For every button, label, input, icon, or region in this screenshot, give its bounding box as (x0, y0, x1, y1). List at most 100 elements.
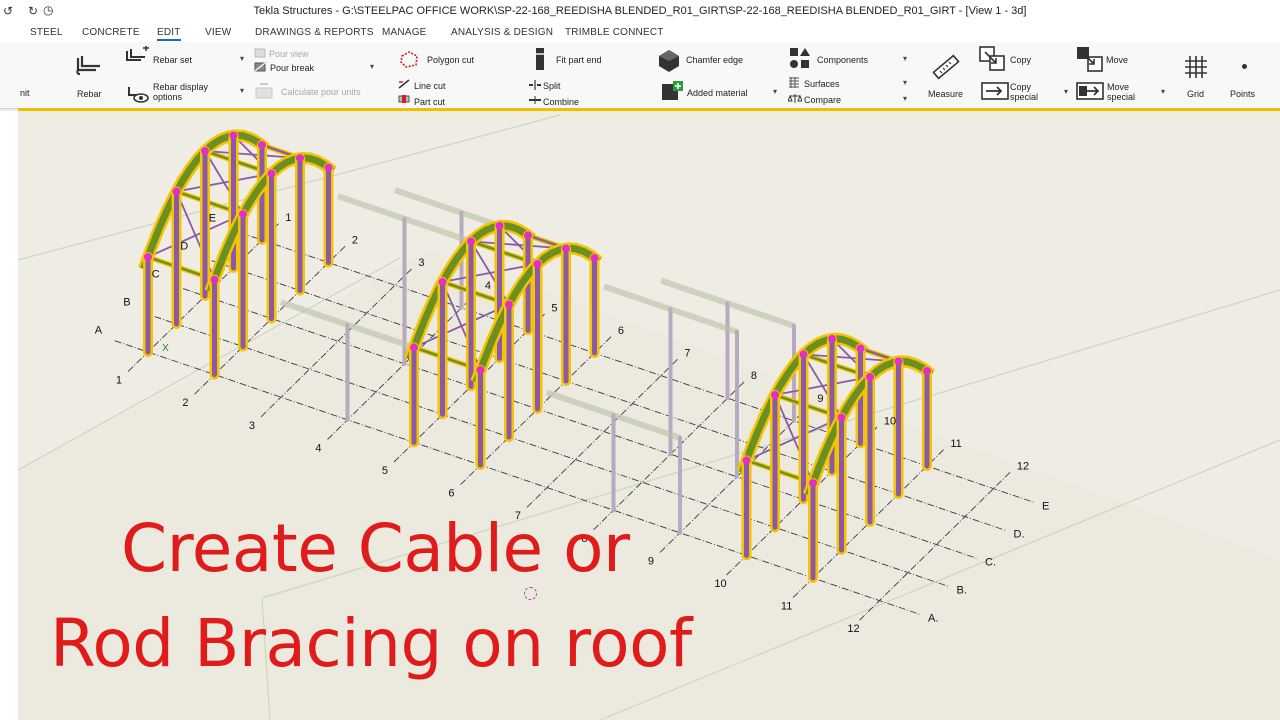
grid-label-letter-front: A. (928, 612, 938, 624)
combine-icon[interactable] (528, 95, 542, 105)
fit-part-end-icon[interactable] (533, 46, 547, 72)
node-marker (505, 300, 513, 309)
part-cut-icon[interactable] (398, 94, 410, 104)
combine-label[interactable]: Combine (543, 97, 579, 107)
chevron-down-icon[interactable]: ▾ (240, 54, 244, 63)
calculate-pour-units-icon (255, 83, 273, 99)
chevron-down-icon[interactable]: ▾ (903, 78, 907, 87)
components-label[interactable]: Components (817, 55, 868, 65)
node-marker (438, 277, 447, 286)
surfaces-label[interactable]: Surfaces (804, 79, 840, 89)
chevron-down-icon[interactable]: ▾ (903, 94, 907, 103)
grid-label-number: 3 (249, 420, 255, 432)
grid-label-number: 8 (581, 533, 587, 545)
ghost-rafter (726, 300, 795, 329)
tab-steel[interactable]: STEEL (30, 27, 63, 38)
rebar-display-icon[interactable] (126, 84, 150, 104)
points-label[interactable]: Points (1230, 89, 1255, 99)
rebar-icon[interactable] (74, 52, 104, 78)
mouse-cursor (524, 587, 537, 600)
window-title: Tekla Structures - G:\STEELPAC OFFICE WO… (253, 5, 1027, 17)
line-cut-icon[interactable] (398, 79, 410, 89)
copy-icon[interactable] (979, 46, 1007, 72)
surfaces-icon[interactable] (788, 77, 800, 88)
chevron-down-icon[interactable]: ▾ (240, 86, 244, 95)
grid-label-letter: B (123, 296, 130, 308)
node-marker (866, 373, 874, 381)
polygon-cut-label[interactable]: Polygon cut (427, 55, 474, 65)
added-material-label[interactable]: Added material (687, 88, 748, 98)
tab-analysis-design[interactable]: ANALYSIS & DESIGN (451, 27, 553, 38)
node-marker (144, 253, 152, 261)
rebar-set-icon[interactable] (124, 46, 150, 66)
split-label[interactable]: Split (543, 81, 561, 91)
split-icon[interactable] (528, 80, 542, 90)
compare-label[interactable]: Compare (804, 95, 841, 105)
chevron-down-icon[interactable]: ▾ (370, 62, 374, 71)
node-marker (923, 367, 931, 375)
axis-label: X (162, 343, 169, 354)
model-view-3d[interactable]: 112233445566778899101011111212ABCDEA.B.C… (18, 111, 1280, 720)
grid-label-number: 5 (382, 465, 388, 477)
chevron-down-icon[interactable]: ▾ (1064, 87, 1068, 96)
chevron-down-icon[interactable]: ▾ (903, 54, 907, 63)
move-label[interactable]: Move (1106, 55, 1128, 65)
polygon-cut-icon[interactable] (398, 50, 420, 70)
pour-view-label: Pour view (269, 49, 309, 59)
tab-concrete[interactable]: CONCRETE (82, 27, 140, 38)
measure-icon[interactable] (931, 52, 961, 82)
part-cut-label[interactable]: Part cut (414, 97, 445, 107)
rebar-set-label[interactable]: Rebar set (153, 55, 192, 65)
node-marker (799, 350, 808, 359)
grid-icon[interactable] (1183, 54, 1209, 80)
ghost-rafter (337, 193, 406, 222)
grid-label-number-far: 12 (1017, 461, 1029, 473)
move-icon[interactable] (1076, 46, 1104, 72)
node-marker (476, 366, 485, 374)
tab-manage[interactable]: MANAGE (382, 27, 427, 38)
pour-break-label[interactable]: Pour break (270, 63, 314, 73)
chevron-down-icon[interactable]: ▾ (773, 87, 777, 96)
node-marker (828, 334, 836, 343)
line-cut-label[interactable]: Line cut (414, 81, 446, 91)
components-icon[interactable] (788, 46, 812, 70)
unit-button-label[interactable]: nit (20, 88, 30, 98)
tab-edit[interactable]: EDIT (157, 27, 181, 41)
tab-drawings-reports[interactable]: DRAWINGS & REPORTS (255, 27, 374, 38)
move-special-label-2[interactable]: special (1107, 92, 1135, 102)
copy-special-icon[interactable] (981, 82, 1009, 100)
move-special-label-1[interactable]: Move (1107, 82, 1129, 92)
node-marker (172, 187, 181, 196)
grid-label-letter-front: C. (985, 556, 996, 568)
chamfer-edge-label[interactable]: Chamfer edge (686, 55, 743, 65)
rebar-display-label-2[interactable]: options (153, 92, 182, 102)
tab-trimble-connect[interactable]: TRIMBLE CONNECT (565, 27, 664, 38)
rebar-display-label-1[interactable]: Rebar display (153, 82, 208, 92)
copy-special-label-2[interactable]: special (1010, 92, 1038, 102)
compare-icon[interactable] (788, 93, 802, 104)
copy-special-label-1[interactable]: Copy (1010, 82, 1031, 92)
fit-part-end-label[interactable]: Fit part end (556, 55, 602, 65)
node-marker (837, 413, 846, 422)
node-marker (467, 237, 475, 246)
points-icon[interactable] (1242, 64, 1247, 69)
grid-label-number: 11 (781, 601, 792, 613)
grid-label[interactable]: Grid (1187, 89, 1204, 99)
grid-label-letter-front: E (1042, 500, 1049, 512)
move-special-icon[interactable] (1076, 82, 1104, 100)
node-marker (324, 163, 333, 172)
rebar-button-label[interactable]: Rebar (77, 89, 102, 99)
chamfer-edge-icon[interactable] (655, 47, 683, 73)
chevron-down-icon[interactable]: ▾ (1161, 87, 1165, 96)
tab-view[interactable]: VIEW (205, 27, 231, 38)
grid-label-number-far: 9 (817, 393, 823, 405)
pour-view-icon (254, 48, 266, 58)
calculate-pour-units-label: Calculate pour units (281, 87, 361, 97)
added-material-icon[interactable] (660, 80, 684, 102)
node-marker (894, 357, 903, 366)
measure-label[interactable]: Measure (928, 89, 963, 99)
node-marker (742, 456, 751, 465)
pour-break-icon[interactable] (254, 62, 266, 72)
node-marker (809, 479, 817, 487)
copy-label[interactable]: Copy (1010, 55, 1031, 65)
